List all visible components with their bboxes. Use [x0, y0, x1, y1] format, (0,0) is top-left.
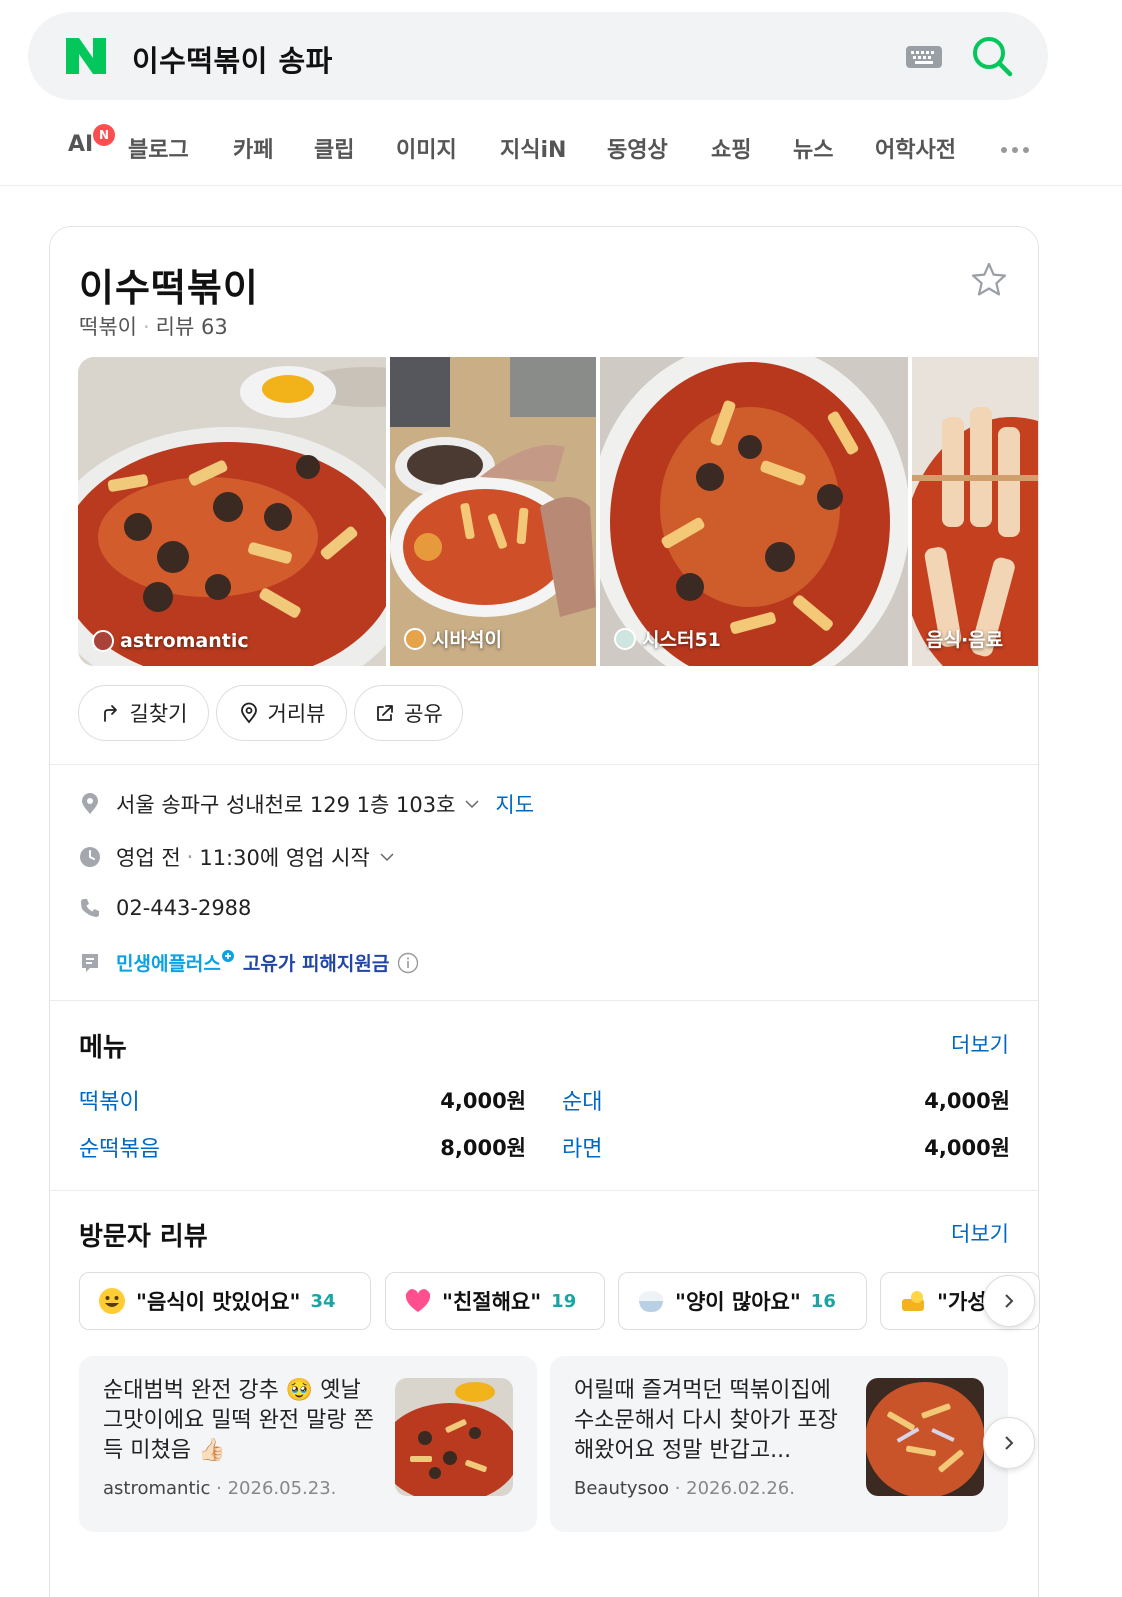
- search-bar[interactable]: 이수떡볶이 송파: [28, 12, 1048, 100]
- author-avatar: [404, 627, 426, 650]
- location-pin-icon: [82, 793, 98, 814]
- location-pin-icon: [240, 702, 257, 724]
- menu-item-name[interactable]: 떡볶이: [79, 1084, 140, 1116]
- review-count-link[interactable]: 리뷰 63: [156, 315, 228, 339]
- review-date: 2026.02.26.: [686, 1478, 795, 1499]
- photo-caption: 시바석이: [404, 625, 502, 652]
- keyword-chip[interactable]: "음식이 맛있어요" 34: [79, 1272, 371, 1330]
- photo-caption: 음식·음료: [926, 629, 1004, 651]
- menu-section-title: 메뉴: [79, 1033, 127, 1063]
- place-photo[interactable]: 음식·음료: [912, 357, 1038, 666]
- streetview-button[interactable]: 거리뷰: [216, 685, 347, 741]
- rice-bowl-emoji-icon: [639, 1291, 663, 1312]
- smile-emoji-icon: [99, 1288, 125, 1314]
- reviews-more-link[interactable]: 더보기: [951, 1218, 1009, 1248]
- review-text: 순대범벅 완전 강추 🥹 옛날 그맛이에요 밀떡 완전 말랑 쫀득 미쳤음 👍🏻: [103, 1378, 374, 1463]
- hours-row[interactable]: 영업 전 · 11:30에 영업 시작: [78, 842, 396, 872]
- review-meta: Beautysoo · 2026.02.26.: [574, 1478, 795, 1499]
- directions-button[interactable]: 길찾기: [78, 685, 209, 741]
- menu-item-name[interactable]: 순대: [562, 1084, 602, 1116]
- address-text[interactable]: 서울 송파구 성내천로 129 1층 103호: [116, 789, 455, 819]
- reviews-section-title: 방문자 리뷰: [79, 1222, 208, 1252]
- place-photo[interactable]: astromantic: [78, 357, 386, 666]
- search-input[interactable]: 이수떡볶이 송파: [132, 38, 333, 80]
- menu-more-link[interactable]: 더보기: [951, 1029, 1009, 1059]
- next-reviews-button[interactable]: [983, 1417, 1035, 1469]
- photo-caption: astromantic: [92, 630, 249, 652]
- chevron-right-icon: [1005, 1294, 1014, 1308]
- benefit-brand: 민생에플러스: [116, 953, 221, 975]
- menu-item-price: 4,000원: [924, 1089, 1010, 1113]
- menu-item-price: 4,000원: [440, 1089, 526, 1113]
- plus-circle-icon: [221, 949, 234, 962]
- tab-ai[interactable]: AI: [68, 132, 93, 157]
- info-icon[interactable]: [397, 952, 419, 974]
- clock-icon: [80, 847, 100, 867]
- review-text: 어릴때 즐겨먹던 떡볶이집에 수소문해서 다시 찾아가 포장해왔어요 정말 반갑…: [574, 1378, 838, 1463]
- tab-dictionary[interactable]: 어학사전: [875, 132, 956, 164]
- new-badge: N: [93, 124, 115, 146]
- menu-item-name[interactable]: 순떡볶음: [79, 1131, 160, 1163]
- place-photo[interactable]: 시스터51: [600, 357, 908, 666]
- author-avatar: [92, 630, 114, 652]
- benefit-label: 고유가 피해지원금: [242, 953, 390, 975]
- place-category: 떡볶이: [79, 315, 137, 339]
- more-tabs-icon[interactable]: [1000, 146, 1030, 154]
- menu-item-price: 4,000원: [924, 1136, 1010, 1160]
- review-thumbnail[interactable]: [866, 1378, 984, 1496]
- notice-icon: [82, 953, 98, 972]
- tab-kin[interactable]: 지식iN: [500, 132, 566, 164]
- heart-emoji-icon: [405, 1289, 431, 1312]
- tab-clip[interactable]: 클립: [314, 132, 354, 164]
- phone-icon: [81, 899, 99, 917]
- place-photo[interactable]: 시바석이: [390, 357, 596, 666]
- tab-blog[interactable]: 블로그: [128, 132, 189, 164]
- chevron-down-icon[interactable]: [463, 795, 481, 813]
- keyword-chip[interactable]: "친절해요" 19: [385, 1272, 605, 1330]
- review-author: Beautysoo: [574, 1478, 669, 1499]
- review-card[interactable]: 순대범벅 완전 강추 🥹 옛날 그맛이에요 밀떡 완전 말랑 쫀득 미쳤음 👍🏻…: [79, 1356, 537, 1532]
- keyboard-icon[interactable]: [906, 46, 942, 68]
- tab-shopping[interactable]: 쇼핑: [711, 132, 751, 164]
- next-keywords-button[interactable]: [983, 1275, 1035, 1327]
- tab-image[interactable]: 이미지: [396, 132, 457, 164]
- star-icon[interactable]: [970, 261, 1008, 299]
- chevron-right-icon: [1005, 1436, 1014, 1450]
- author-avatar: [614, 627, 636, 650]
- share-button[interactable]: 공유: [354, 685, 463, 741]
- hours-detail: 11:30에 영업 시작: [199, 846, 370, 870]
- tab-cafe[interactable]: 카페: [233, 132, 273, 164]
- review-thumbnail[interactable]: [395, 1378, 513, 1496]
- search-tabs: AI 블로그 카페 클립 이미지 지식iN 동영상 쇼핑 뉴스 어학사전: [0, 118, 1122, 186]
- divider: [50, 1190, 1038, 1191]
- money-emoji-icon: [902, 1291, 924, 1311]
- phone-number[interactable]: 02-443-2988: [116, 896, 251, 920]
- tab-news[interactable]: 뉴스: [793, 132, 833, 164]
- review-author: astromantic: [103, 1478, 211, 1499]
- divider: [50, 1000, 1038, 1001]
- benefit-row[interactable]: 민생에플러스 고유가 피해지원금: [78, 949, 419, 976]
- keyword-chip[interactable]: "양이 많아요" 16: [618, 1272, 867, 1330]
- menu-item-price: 8,000원: [440, 1136, 526, 1160]
- directions-icon: [103, 705, 117, 722]
- share-icon: [377, 705, 394, 721]
- photo-strip: astromantic 시바석이 시스터51 음식·음료: [78, 357, 1038, 666]
- review-meta: astromantic · 2026.05.23.: [103, 1478, 337, 1499]
- naver-logo-icon[interactable]: [66, 38, 106, 74]
- divider: [50, 764, 1038, 765]
- photo-caption: 시스터51: [614, 625, 721, 652]
- chevron-down-icon[interactable]: [378, 848, 396, 866]
- menu-item-name[interactable]: 라면: [562, 1131, 602, 1163]
- place-subtitle: 떡볶이 · 리뷰 63: [79, 315, 228, 339]
- tab-video[interactable]: 동영상: [607, 132, 668, 164]
- phone-row: 02-443-2988: [78, 896, 251, 920]
- search-icon[interactable]: [970, 34, 1014, 78]
- address-row: 서울 송파구 성내천로 129 1층 103호 지도: [78, 789, 534, 819]
- place-title[interactable]: 이수떡볶이: [79, 257, 259, 312]
- map-link[interactable]: 지도: [495, 789, 534, 819]
- hours-status: 영업 전: [116, 846, 181, 870]
- review-date: 2026.05.23.: [227, 1478, 337, 1499]
- review-card[interactable]: 어릴때 즐겨먹던 떡볶이집에 수소문해서 다시 찾아가 포장해왔어요 정말 반갑…: [550, 1356, 1008, 1532]
